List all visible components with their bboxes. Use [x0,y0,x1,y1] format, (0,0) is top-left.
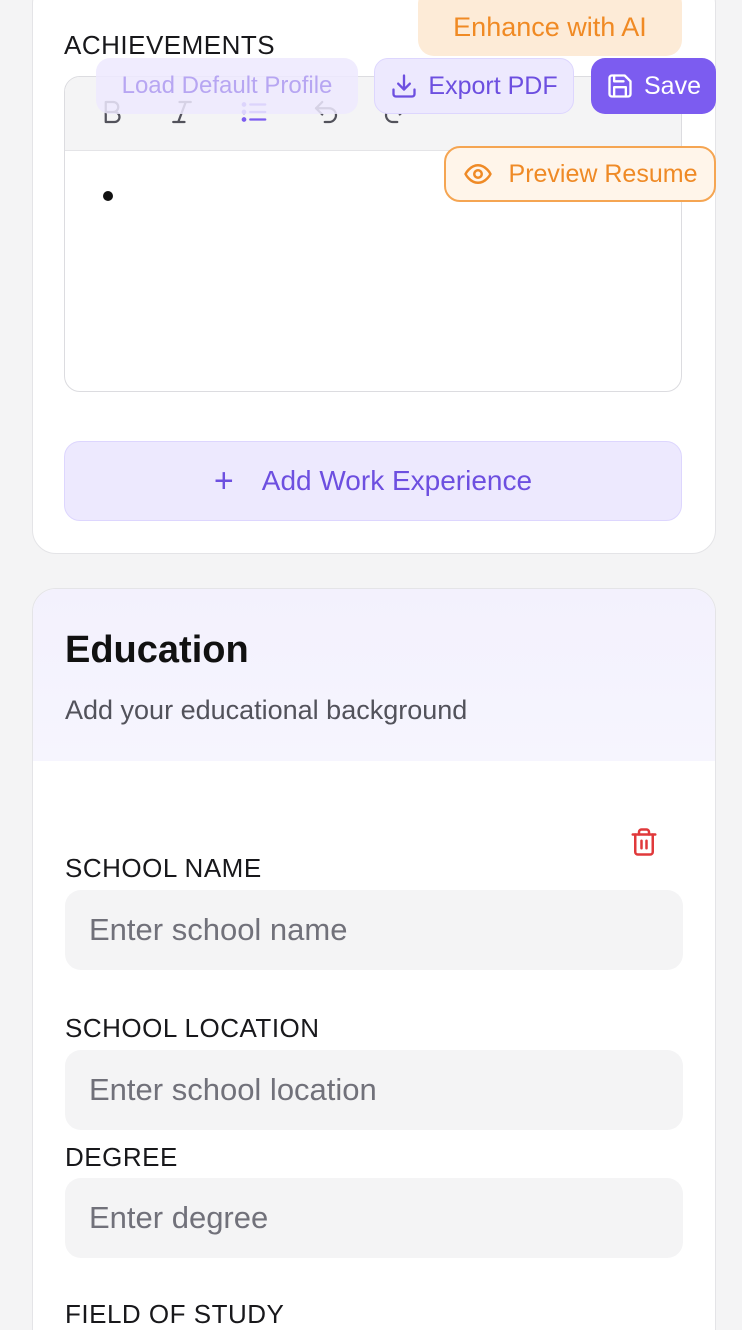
section-title: Education [65,629,249,671]
achievements-label: ACHIEVEMENTS [64,30,276,60]
save-icon [608,74,632,98]
school-location-label: SCHOOL LOCATION [65,1013,320,1043]
education-card: Education Add your educational backgroun… [32,588,716,1330]
export-pdf-button[interactable]: Export PDF [374,58,574,114]
trash-icon [631,828,657,856]
degree-label: DEGREE [65,1142,178,1172]
field-of-study-label: FIELD OF STUDY [65,1299,285,1329]
education-header: Education Add your educational backgroun… [33,589,715,761]
delete-education-button[interactable] [627,825,661,859]
preview-resume-label: Preview Resume [508,159,698,188]
download-icon [392,74,417,98]
add-work-experience-button[interactable]: + Add Work Experience [64,441,682,521]
school-name-label: SCHOOL NAME [65,853,262,883]
section-subtitle: Add your educational background [65,695,468,725]
save-label: Save [644,71,701,100]
plus-icon: + [213,462,234,500]
enhance-with-ai-button[interactable]: Enhance with AI [418,0,682,56]
degree-input[interactable] [65,1178,683,1258]
export-pdf-label: Export PDF [428,71,558,100]
load-default-profile-button[interactable]: Load Default Profile [96,58,358,114]
bullet-point [103,191,113,201]
save-button[interactable]: Save [591,58,716,114]
eye-icon [463,164,492,184]
add-work-experience-label: Add Work Experience [261,465,533,496]
school-name-input[interactable] [65,890,683,970]
school-location-input[interactable] [65,1050,683,1130]
achievements-editor[interactable] [64,76,682,392]
preview-resume-button[interactable]: Preview Resume [444,146,716,202]
